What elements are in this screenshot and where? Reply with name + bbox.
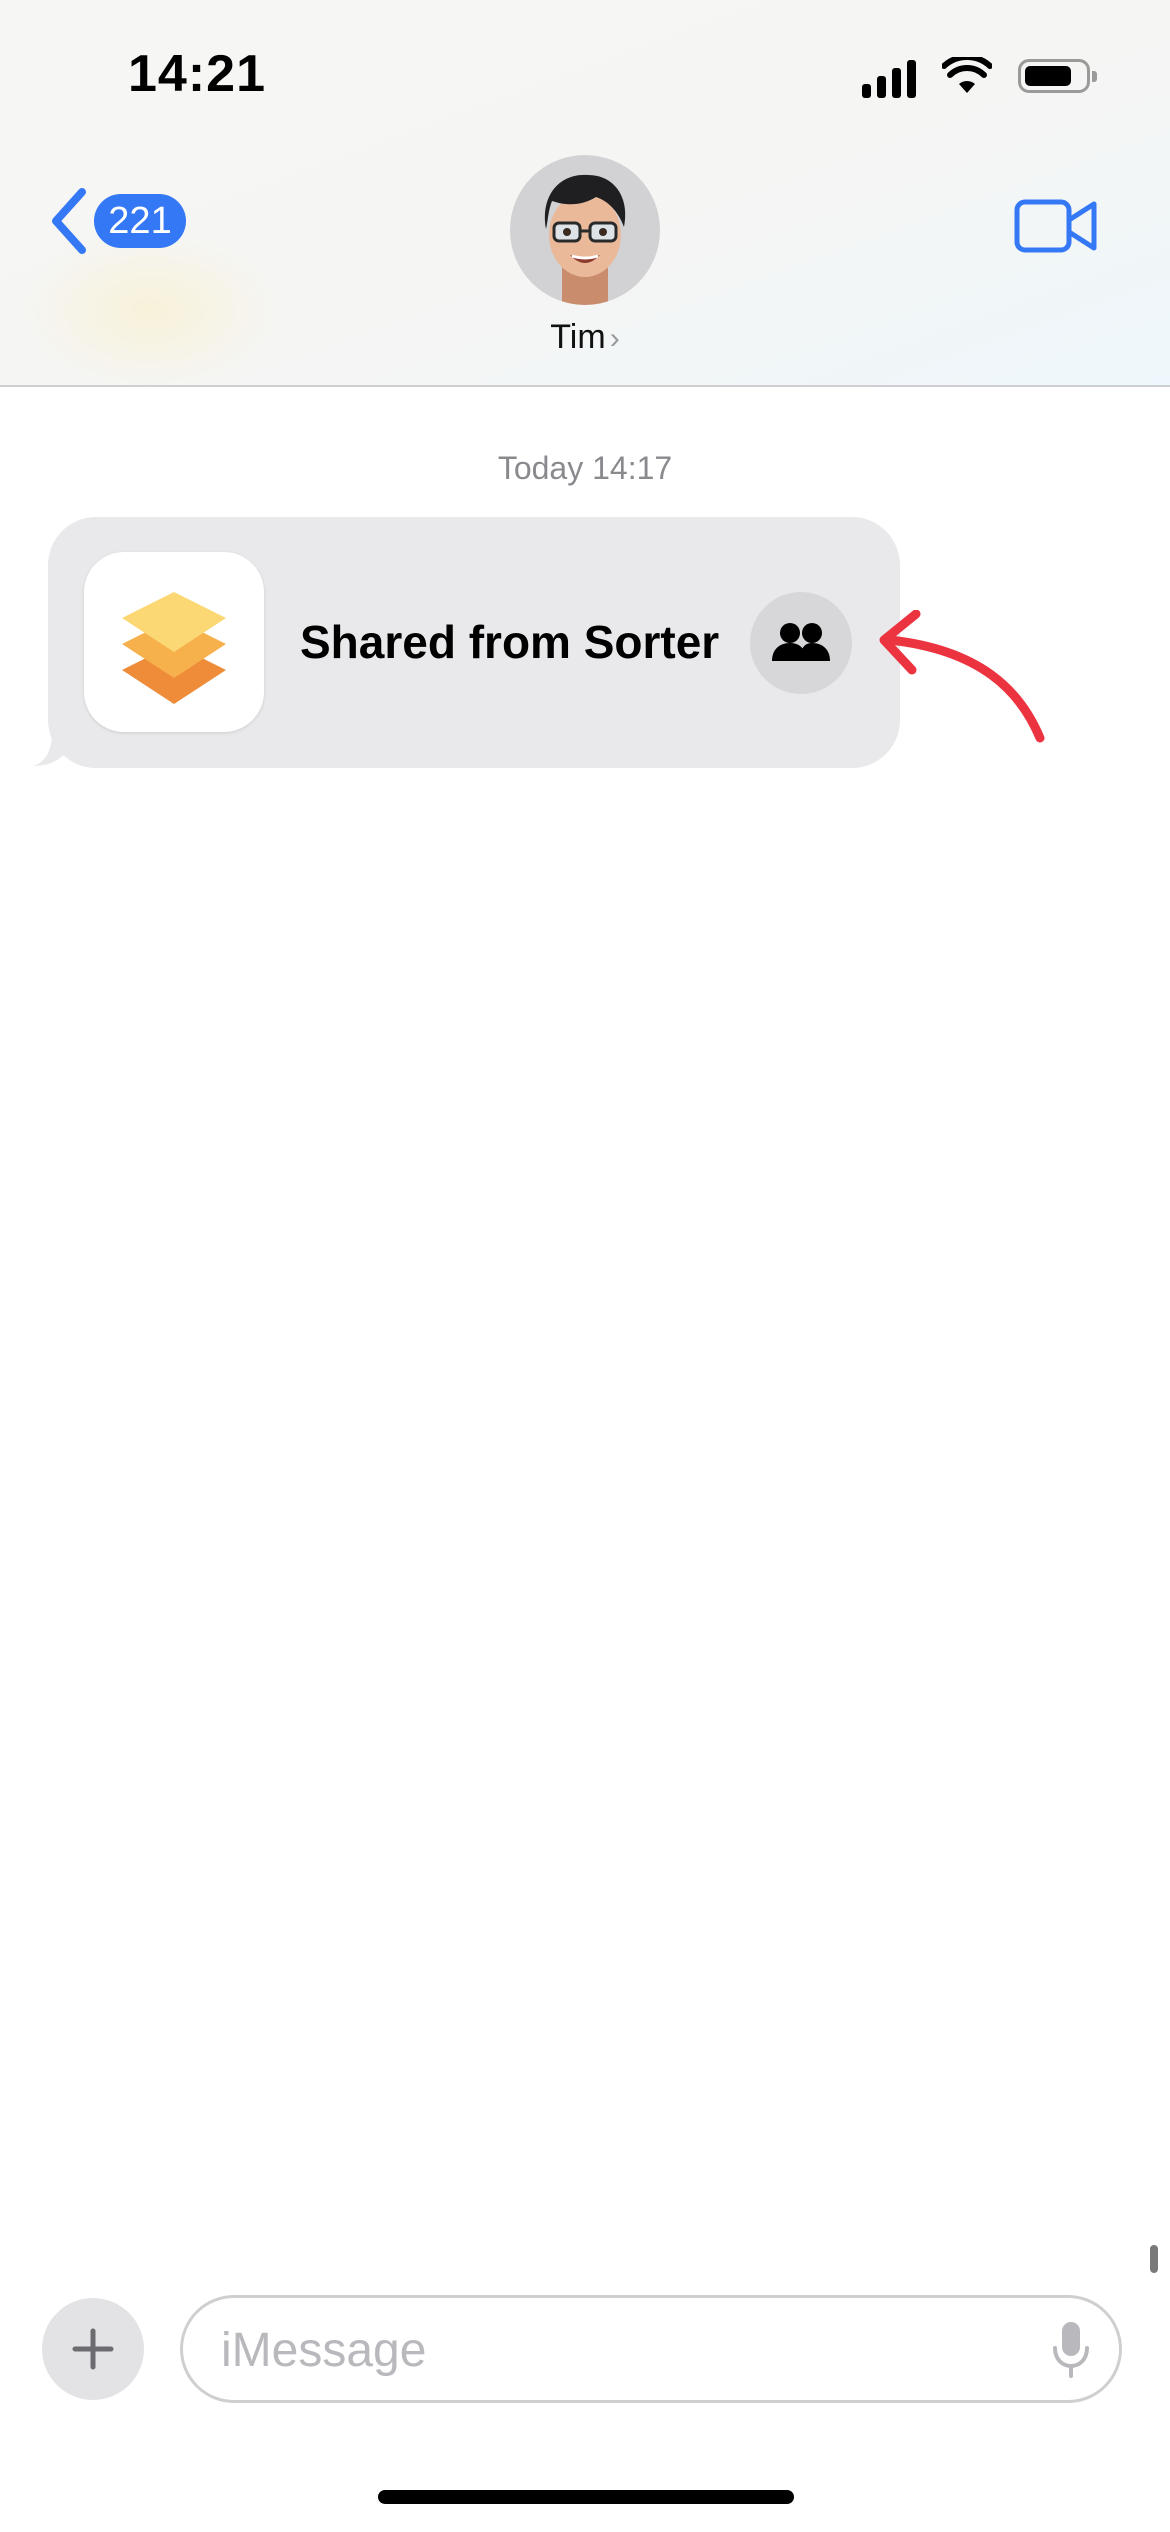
contact-name-button[interactable]: Tim › bbox=[0, 318, 1170, 357]
red-arrow-annotation bbox=[879, 610, 1045, 743]
plus-icon bbox=[72, 2328, 114, 2370]
people-icon bbox=[772, 623, 830, 661]
message-field[interactable] bbox=[180, 2295, 1122, 2403]
cellular-signal-icon bbox=[862, 54, 916, 98]
message-timestamp: Today 14:17 bbox=[497, 450, 673, 486]
sorter-layers-icon bbox=[122, 592, 226, 704]
message-input[interactable] bbox=[219, 2298, 983, 2402]
back-button[interactable]: 221 bbox=[48, 188, 186, 254]
header-glow bbox=[20, 230, 280, 390]
scroll-indicator[interactable] bbox=[1150, 2245, 1158, 2273]
home-indicator[interactable] bbox=[378, 2490, 794, 2504]
video-camera-icon bbox=[1014, 199, 1097, 253]
status-icons bbox=[862, 54, 1097, 98]
dictation-button[interactable] bbox=[1051, 2320, 1091, 2385]
chevron-right-icon: › bbox=[609, 322, 620, 355]
sorter-app-icon bbox=[84, 552, 264, 732]
memoji-avatar-icon bbox=[544, 174, 626, 305]
status-time: 14:21 bbox=[128, 45, 266, 103]
wifi-icon bbox=[942, 57, 992, 93]
microphone-icon bbox=[1053, 2322, 1089, 2378]
battery-icon bbox=[1018, 59, 1097, 93]
shared-item-title: Shared from Sorter bbox=[300, 616, 720, 668]
collaboration-button[interactable] bbox=[750, 592, 852, 694]
facetime-video-button[interactable] bbox=[1014, 196, 1098, 261]
navigation-header: 14:21 221 Tim › bbox=[0, 0, 1170, 390]
contact-avatar[interactable] bbox=[510, 155, 660, 305]
contact-name: Tim bbox=[550, 318, 606, 356]
chevron-left-icon bbox=[52, 188, 86, 254]
unread-count-badge: 221 bbox=[94, 194, 186, 248]
apps-plus-button[interactable] bbox=[42, 2298, 144, 2400]
